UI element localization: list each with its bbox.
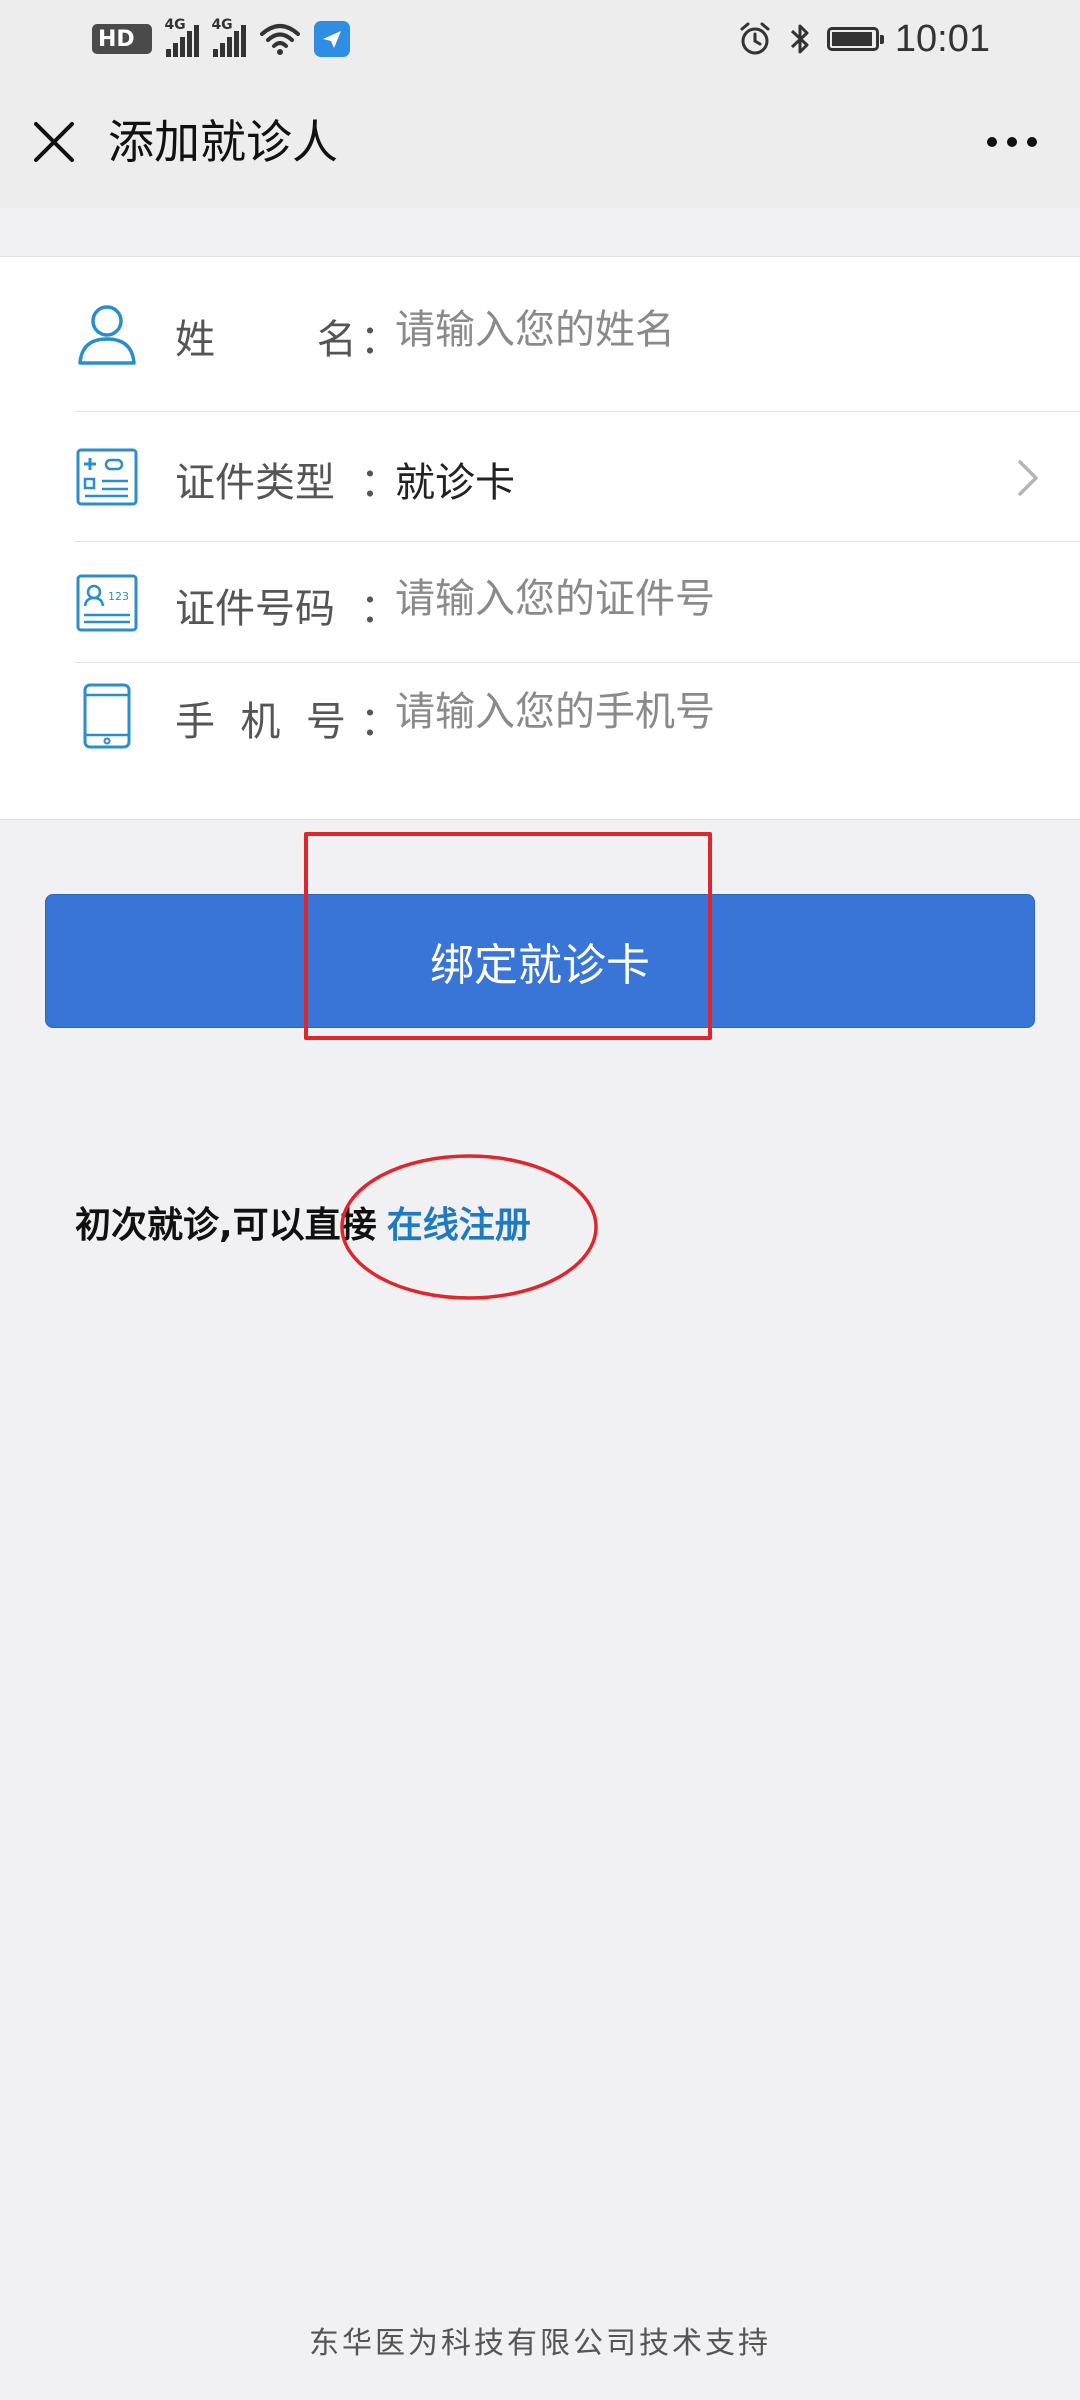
online-register-link[interactable]: 在线注册 xyxy=(387,1205,531,1246)
hd-voice-icon: HD 2 xyxy=(92,24,153,54)
bind-card-button[interactable]: 绑定就诊卡 xyxy=(45,894,1035,1028)
mobile-label: 手 机 号 xyxy=(175,699,346,745)
alarm-icon xyxy=(740,22,770,55)
status-left: HD 2 4G 4G xyxy=(92,17,351,60)
network-type-label: 4G xyxy=(164,17,186,33)
id-type-colon: ： xyxy=(360,460,400,506)
mobile-colon: ： xyxy=(360,699,400,745)
signal-strength-icon: 4G xyxy=(164,17,200,57)
clock-time: 10:01 xyxy=(894,17,990,60)
page-title: 添加就诊人 xyxy=(108,115,338,169)
more-options-icon[interactable] xyxy=(984,130,1040,154)
name-input[interactable] xyxy=(395,307,1015,353)
register-prompt: 初次就诊,可以直接 在线注册 xyxy=(75,1196,531,1248)
medical-card-icon xyxy=(74,444,140,510)
battery-icon xyxy=(826,27,884,51)
id-number-colon: ： xyxy=(360,586,400,632)
patient-form: 姓 名 ： 证件类型 ： 就诊卡 xyxy=(0,257,1080,820)
mobile-row: 手 机 号 ： xyxy=(0,663,1080,819)
mobile-input[interactable] xyxy=(395,689,1015,735)
status-right: 10:01 xyxy=(737,16,990,62)
section-gap xyxy=(0,208,1080,257)
close-icon[interactable] xyxy=(30,118,78,166)
name-colon: ： xyxy=(360,317,400,363)
id-type-value: 就诊卡 xyxy=(395,460,515,506)
hd-sub-label: 2 xyxy=(136,31,147,47)
id-number-input[interactable] xyxy=(395,576,1015,622)
id-number-label: 证件号码 xyxy=(175,586,335,632)
bluetooth-icon xyxy=(790,24,809,54)
svg-text:123: 123 xyxy=(108,590,129,603)
nav-bar: 添加就诊人 xyxy=(0,78,1080,208)
id-type-row[interactable]: 证件类型 ： 就诊卡 xyxy=(0,412,1080,542)
name-label: 姓 名 xyxy=(175,317,357,363)
person-icon xyxy=(74,301,140,367)
signal-strength-icon: 4G xyxy=(211,17,247,57)
status-bar: HD 2 4G 4G 10:01 xyxy=(0,0,1080,78)
network-type-label: 4G xyxy=(211,17,233,33)
wifi-icon xyxy=(260,24,301,55)
chevron-right-icon xyxy=(1018,460,1038,496)
hd-label: HD xyxy=(98,26,135,52)
id-number-row: 123 证件号码 ： xyxy=(0,542,1080,663)
id-card-icon: 123 xyxy=(74,570,140,636)
footer-credit: 东华医为科技有限公司技术支持 xyxy=(309,2326,771,2361)
id-type-label: 证件类型 xyxy=(175,460,335,506)
mobile-phone-icon xyxy=(74,683,140,749)
register-prefix: 初次就诊,可以直接 xyxy=(75,1205,377,1246)
app-notification-icon xyxy=(314,21,351,57)
name-row: 姓 名 ： xyxy=(0,257,1080,412)
